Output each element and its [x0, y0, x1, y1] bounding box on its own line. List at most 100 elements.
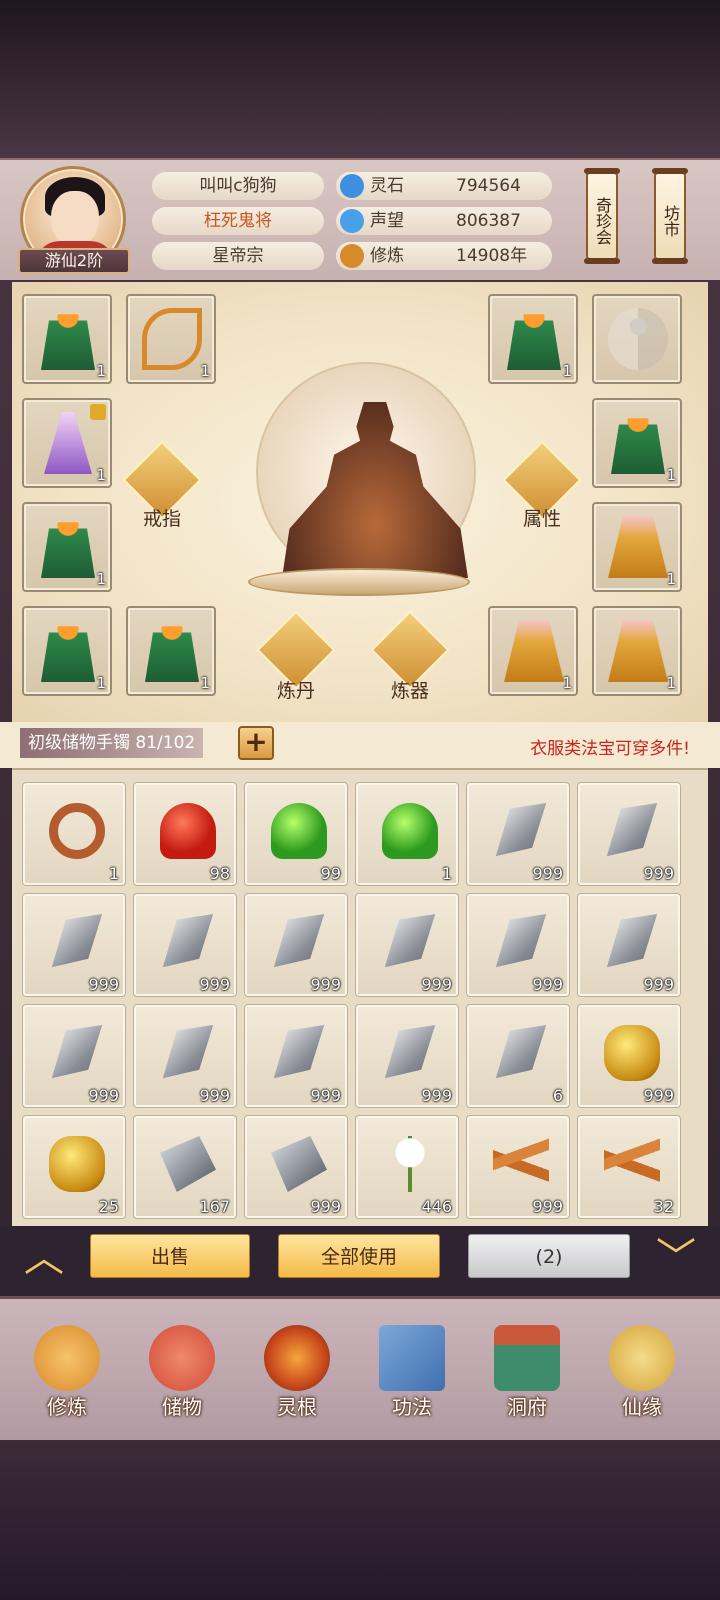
meditation-icon: [340, 244, 364, 268]
ring-label: 戒指: [142, 508, 181, 530]
page-up-icon[interactable]: ︿: [20, 1238, 68, 1278]
item-count: 999: [421, 975, 452, 994]
inventory-cell[interactable]: 999: [355, 893, 459, 997]
nav-skills[interactable]: 功法: [357, 1313, 467, 1433]
storage-name: 初级储物手镯: [28, 733, 130, 753]
nav-cave[interactable]: 洞府: [472, 1313, 582, 1433]
reputation-icon: [340, 209, 364, 233]
meditation-platform: [248, 568, 470, 596]
inventory-grid: 1 98 99 1 999 999 999 999 999 999 999 99…: [12, 768, 708, 1226]
selected-count-button[interactable]: (2): [468, 1234, 630, 1278]
player-name: 叫叫c狗狗: [152, 172, 324, 200]
inventory-cell[interactable]: 1: [22, 782, 126, 886]
green-orb-icon: [382, 803, 438, 859]
market-button[interactable]: 坊市: [652, 168, 688, 264]
sell-button[interactable]: 出售: [90, 1234, 250, 1278]
nav-immortal-fate[interactable]: 仙缘: [587, 1313, 697, 1433]
inventory-cell[interactable]: 167: [133, 1115, 237, 1219]
player-header: 游仙2阶 叫叫c狗狗 枉死鬼将 星帝宗 灵石 794564 声望 806387 …: [0, 158, 720, 280]
nav-label: 储物: [162, 1395, 202, 1419]
lock-icon: [90, 404, 106, 420]
item-count: 999: [643, 975, 674, 994]
stat-reputation: 声望 806387: [336, 207, 552, 235]
storage-note: 衣服类法宝可穿多件!: [530, 739, 690, 759]
storage-capacity: 81/102: [135, 733, 196, 753]
stat-value: 14908年: [456, 246, 528, 266]
inventory-cell[interactable]: 6: [466, 1004, 570, 1108]
green-orb-icon: [271, 803, 327, 859]
equip-slot[interactable]: 1: [126, 294, 216, 384]
stat-label: 灵石: [370, 176, 404, 196]
equip-slot[interactable]: 1: [592, 606, 682, 696]
inventory-cell[interactable]: 999: [244, 1004, 348, 1108]
item-count: 999: [532, 975, 563, 994]
nav-storage[interactable]: 储物: [127, 1313, 237, 1433]
inventory-cell[interactable]: 999: [133, 1004, 237, 1108]
iron-ore-icon: [160, 1136, 216, 1192]
green-robe-icon: [41, 314, 95, 370]
golden-robe-icon: [608, 620, 668, 682]
inventory-cell[interactable]: 446: [355, 1115, 459, 1219]
inventory-cell[interactable]: 25: [22, 1115, 126, 1219]
silver-stone-icon: [495, 1025, 547, 1079]
inventory-cell[interactable]: 999: [466, 893, 570, 997]
inventory-cell[interactable]: 99: [244, 782, 348, 886]
ginseng-root-icon: [493, 1136, 549, 1192]
equip-slot[interactable]: 1: [22, 398, 112, 488]
inventory-cell[interactable]: 32: [577, 1115, 681, 1219]
equip-slot[interactable]: 1: [592, 502, 682, 592]
inventory-cell[interactable]: 98: [133, 782, 237, 886]
immortal-fate-icon: [609, 1325, 675, 1391]
item-count: 32: [653, 1197, 674, 1216]
player-sect: 星帝宗: [152, 242, 324, 270]
inventory-cell[interactable]: 999: [466, 1115, 570, 1219]
nav-cultivation[interactable]: 修炼: [12, 1313, 122, 1433]
equip-slot[interactable]: 1: [22, 294, 112, 384]
inventory-cell[interactable]: 999: [22, 893, 126, 997]
nav-spirit-root[interactable]: 灵根: [242, 1313, 352, 1433]
silver-stone-icon: [384, 914, 436, 968]
item-count: 999: [310, 975, 341, 994]
iron-ore-icon: [271, 1136, 327, 1192]
stat-label: 修炼: [370, 246, 404, 266]
nav-label: 功法: [392, 1395, 432, 1419]
inventory-cell[interactable]: 999: [133, 893, 237, 997]
forge-label: 炼器: [390, 680, 429, 702]
alchemy-label: 炼丹: [276, 680, 315, 702]
equip-slot[interactable]: 1: [22, 606, 112, 696]
green-robe-icon: [145, 626, 199, 682]
inventory-cell[interactable]: 999: [577, 1004, 681, 1108]
slot-count: 1: [562, 362, 572, 380]
spirit-root-icon: [264, 1325, 330, 1391]
equip-slot[interactable]: 1: [488, 606, 578, 696]
inventory-cell[interactable]: 999: [355, 1004, 459, 1108]
inventory-cell[interactable]: 999: [244, 1115, 348, 1219]
equip-slot-empty[interactable]: [592, 294, 682, 384]
inventory-cell[interactable]: 999: [22, 1004, 126, 1108]
treasure-fair-button[interactable]: 奇珍会: [584, 168, 620, 264]
inventory-cell[interactable]: 999: [466, 782, 570, 886]
gold-ore-icon: [604, 1025, 660, 1081]
equip-slot[interactable]: 1: [592, 398, 682, 488]
use-all-button[interactable]: 全部使用: [278, 1234, 440, 1278]
red-orb-icon: [160, 803, 216, 859]
stat-label: 声望: [370, 211, 404, 231]
item-count: 999: [643, 1086, 674, 1105]
item-count: 446: [421, 1197, 452, 1216]
green-robe-icon: [507, 314, 561, 370]
silver-stone-icon: [273, 1025, 325, 1079]
inventory-cell[interactable]: 999: [577, 893, 681, 997]
slot-count: 1: [96, 570, 106, 588]
equip-slot[interactable]: 1: [126, 606, 216, 696]
expand-storage-button[interactable]: +: [238, 726, 274, 760]
equip-slot[interactable]: 1: [22, 502, 112, 592]
slot-count: 1: [666, 674, 676, 692]
attribute-label: 属性: [522, 508, 561, 530]
equip-slot[interactable]: 1: [488, 294, 578, 384]
stat-cultivation: 修炼 14908年: [336, 242, 552, 270]
inventory-cell[interactable]: 1: [355, 782, 459, 886]
page-down-icon[interactable]: ﹀: [652, 1238, 700, 1278]
item-count: 25: [98, 1197, 119, 1216]
inventory-cell[interactable]: 999: [577, 782, 681, 886]
inventory-cell[interactable]: 999: [244, 893, 348, 997]
